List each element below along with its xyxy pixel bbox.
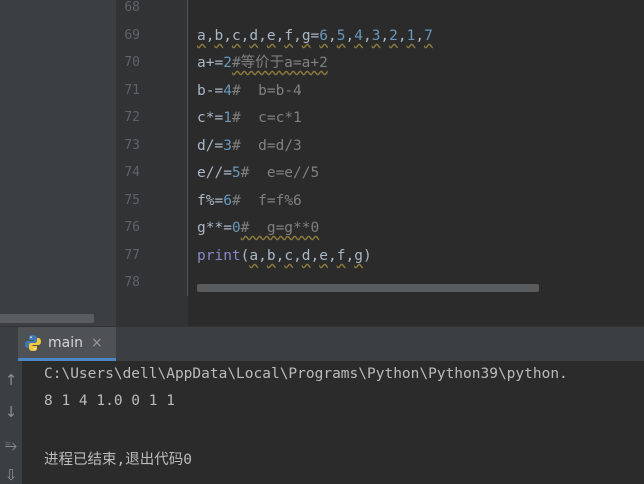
code-line-72[interactable]: c*=1# c=c*1 [197,109,302,127]
line-number: 76 [124,220,140,235]
line-number: 75 [124,193,140,208]
console-line: 8 1 4 1.0 0 1 1 [44,393,175,409]
line-number: 73 [124,138,140,153]
code-editor[interactable]: 68 69 70 71 72 73 74 75 76 77 78 a,b,c,d… [0,0,644,326]
horizontal-scrollbar[interactable] [197,284,539,292]
project-panel [0,0,116,326]
line-number: 77 [124,248,140,263]
gutter-divider [187,0,188,296]
line-number: 71 [124,83,140,98]
line-number: 78 [124,275,140,290]
scroll-to-end-icon[interactable]: ⇩ [3,466,19,484]
console-output[interactable]: C:\Users\dell\AppData\Local\Programs\Pyt… [22,361,644,484]
code-line-76[interactable]: g**=0# g=g**0 [197,219,319,237]
python-icon [25,334,41,351]
soft-wrap-icon[interactable]: ⥱ [3,436,19,454]
code-line-69[interactable]: a,b,c,d,e,f,g=6,5,4,3,2,1,7 [197,27,433,45]
line-number: 72 [124,110,140,125]
project-scrollbar[interactable] [0,314,94,323]
close-icon[interactable]: × [91,335,103,351]
console-line: 进程已结束,退出代码0 [44,452,192,468]
code-line-70[interactable]: a+=2#等价于a=a+2 [197,54,328,72]
line-number: 70 [124,55,140,70]
run-panel-header: main × [0,326,644,361]
console-line: C:\Users\dell\AppData\Local\Programs\Pyt… [44,366,568,382]
run-tab-label: main [48,334,83,351]
console-toolbar: ↑ ↓ ⥱ ⇩ [0,361,22,484]
code-line-73[interactable]: d/=3# d=d/3 [197,137,302,155]
run-tab-main[interactable]: main × [18,327,116,361]
arrow-down-icon[interactable]: ↓ [3,403,19,421]
code-line-74[interactable]: e//=5# e=e//5 [197,164,319,182]
line-number: 69 [124,28,140,43]
code-line-75[interactable]: f%=6# f=f%6 [197,192,302,210]
code-line-77[interactable]: print(a,b,c,d,e,f,g) [197,247,372,265]
line-number: 74 [124,165,140,180]
code-line-71[interactable]: b-=4# b=b-4 [197,82,302,100]
line-number: 68 [124,0,140,15]
arrow-up-icon[interactable]: ↑ [3,371,19,389]
